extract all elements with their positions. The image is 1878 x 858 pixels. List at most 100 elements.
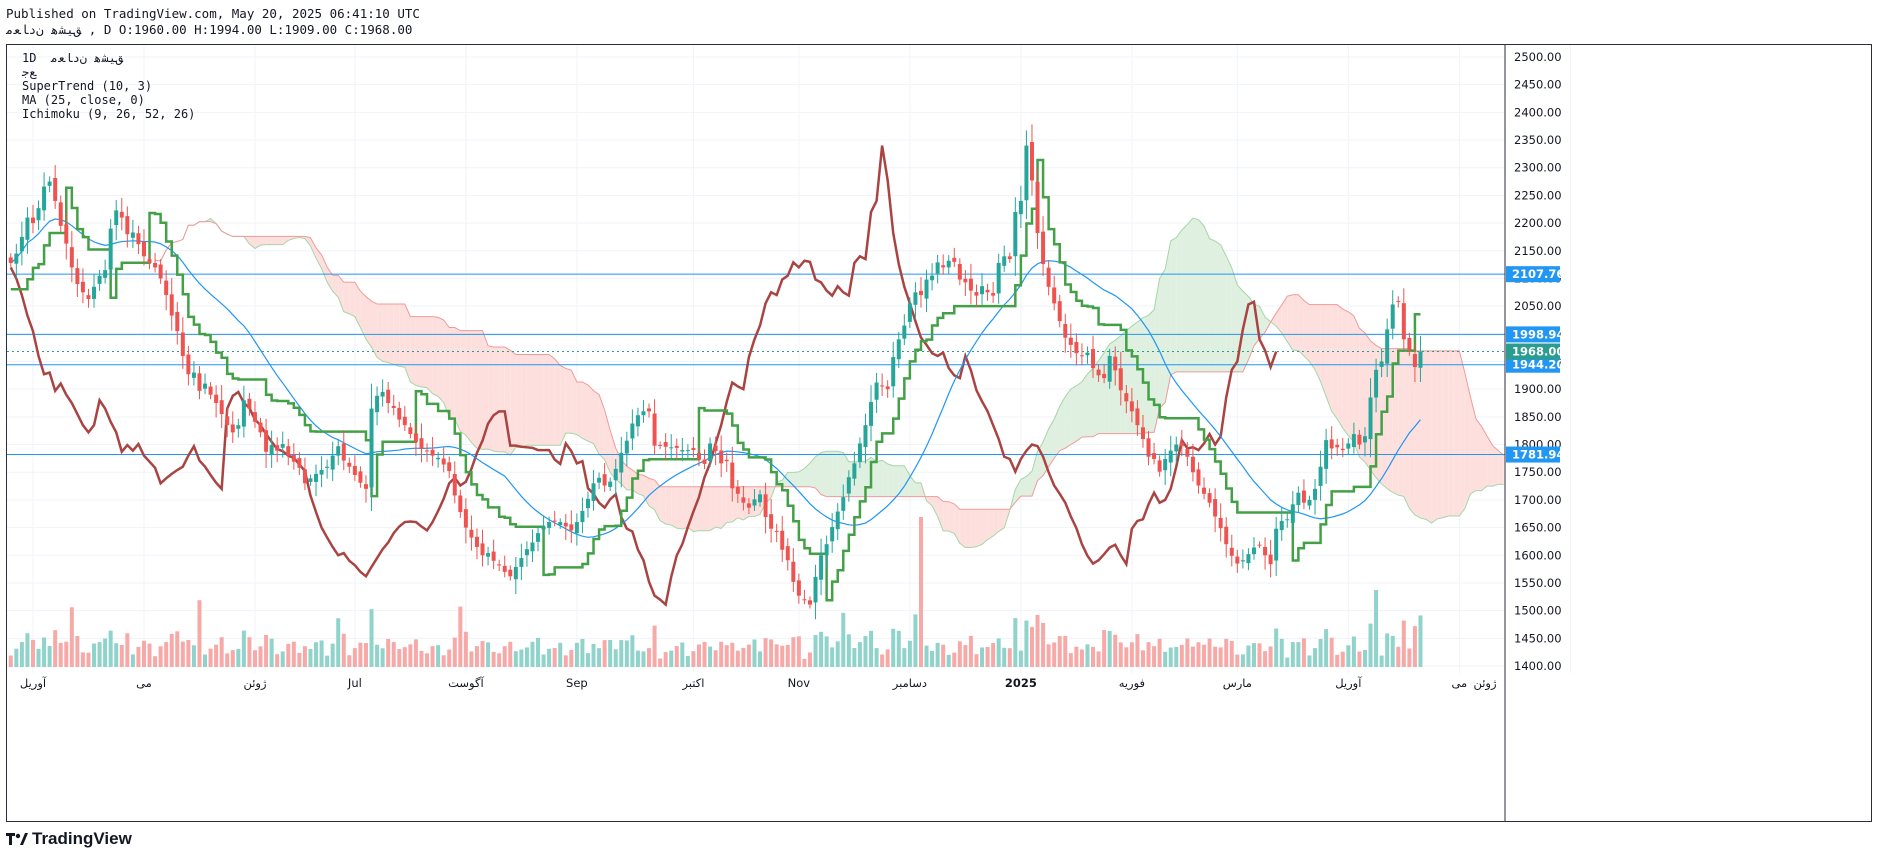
candle[interactable]	[807, 596, 812, 609]
candle[interactable]	[352, 455, 357, 481]
candle[interactable]	[597, 472, 602, 490]
candle[interactable]	[1213, 488, 1218, 533]
candle[interactable]	[1390, 290, 1395, 340]
candle[interactable]	[30, 204, 35, 234]
candle[interactable]	[819, 538, 824, 596]
candle[interactable]	[1240, 549, 1245, 569]
candle[interactable]	[524, 541, 529, 567]
candle[interactable]	[8, 253, 13, 268]
candle[interactable]	[42, 172, 47, 221]
candle[interactable]	[58, 195, 63, 233]
candle[interactable]	[941, 254, 946, 275]
candle[interactable]	[86, 288, 91, 308]
candle[interactable]	[230, 411, 235, 443]
candle[interactable]	[297, 452, 302, 476]
candle[interactable]	[513, 556, 518, 595]
candle[interactable]	[208, 381, 213, 400]
candle[interactable]	[425, 443, 430, 462]
candle[interactable]	[985, 283, 990, 301]
candle[interactable]	[497, 559, 502, 572]
candle[interactable]	[302, 457, 307, 490]
candle[interactable]	[1013, 197, 1018, 276]
candle[interactable]	[719, 435, 724, 478]
candle[interactable]	[1007, 252, 1012, 263]
candle[interactable]	[885, 380, 890, 398]
candle[interactable]	[824, 535, 829, 568]
candle[interactable]	[1146, 430, 1151, 466]
candle[interactable]	[930, 263, 935, 291]
candle[interactable]	[402, 406, 407, 431]
candle[interactable]	[530, 529, 535, 563]
candle[interactable]	[336, 439, 341, 466]
candle[interactable]	[1346, 438, 1351, 456]
candle[interactable]	[796, 573, 801, 604]
candle[interactable]	[469, 515, 474, 551]
candle[interactable]	[197, 366, 202, 400]
candle[interactable]	[153, 252, 158, 273]
candle[interactable]	[491, 539, 496, 570]
candle[interactable]	[991, 281, 996, 303]
candle[interactable]	[103, 259, 108, 284]
candle[interactable]	[97, 269, 102, 291]
candle[interactable]	[902, 314, 907, 346]
candle[interactable]	[1335, 438, 1340, 456]
candle[interactable]	[974, 284, 979, 307]
candle[interactable]	[136, 225, 141, 254]
candle[interactable]	[918, 277, 923, 308]
candle[interactable]	[341, 430, 346, 471]
candle[interactable]	[680, 438, 685, 462]
candle[interactable]	[774, 523, 779, 543]
candle[interactable]	[186, 345, 191, 386]
candle[interactable]	[291, 443, 296, 470]
candle[interactable]	[1246, 548, 1251, 571]
candle[interactable]	[574, 513, 579, 546]
candle[interactable]	[1196, 462, 1201, 494]
candle[interactable]	[1002, 245, 1007, 272]
candle[interactable]	[502, 555, 507, 578]
candle[interactable]	[219, 384, 224, 429]
candle[interactable]	[835, 503, 840, 541]
candle[interactable]	[241, 385, 246, 438]
candle[interactable]	[1263, 537, 1268, 570]
candle[interactable]	[658, 441, 663, 450]
candle[interactable]	[1257, 541, 1262, 549]
candle[interactable]	[480, 529, 485, 567]
candle[interactable]	[269, 430, 274, 468]
candle[interactable]	[369, 383, 374, 512]
candle[interactable]	[536, 526, 541, 552]
candle[interactable]	[968, 263, 973, 305]
candle[interactable]	[164, 270, 169, 311]
candle[interactable]	[652, 399, 657, 456]
candle[interactable]	[508, 565, 513, 581]
candle[interactable]	[608, 477, 613, 492]
candle[interactable]	[624, 431, 629, 467]
candle[interactable]	[386, 382, 391, 414]
candle[interactable]	[874, 372, 879, 413]
legend-ichimoku[interactable]: Ichimoku (9, 26, 52, 26)	[22, 107, 195, 121]
candle[interactable]	[1057, 294, 1062, 328]
candle[interactable]	[957, 258, 962, 286]
candle[interactable]	[1202, 477, 1207, 500]
candle[interactable]	[47, 176, 52, 193]
candle[interactable]	[380, 379, 385, 407]
candle[interactable]	[447, 456, 452, 479]
candle[interactable]	[996, 253, 1001, 304]
candle[interactable]	[363, 475, 368, 503]
candle[interactable]	[724, 452, 729, 472]
candle[interactable]	[258, 417, 263, 438]
candle[interactable]	[880, 373, 885, 396]
candle[interactable]	[358, 466, 363, 488]
candle[interactable]	[1018, 185, 1023, 229]
candle[interactable]	[1285, 513, 1290, 528]
candle[interactable]	[769, 498, 774, 543]
candle[interactable]	[791, 548, 796, 592]
chart-frame[interactable]: 2500.00 2450.00 2400.00 2350.00 2300.00 2250.…	[6, 44, 1872, 822]
candle[interactable]	[1079, 343, 1084, 366]
candle[interactable]	[1041, 216, 1046, 276]
candle[interactable]	[935, 254, 940, 284]
candle[interactable]	[1268, 540, 1273, 578]
candle[interactable]	[203, 373, 208, 394]
candle[interactable]	[36, 200, 41, 231]
candle[interactable]	[863, 413, 868, 464]
candle[interactable]	[1296, 486, 1301, 513]
